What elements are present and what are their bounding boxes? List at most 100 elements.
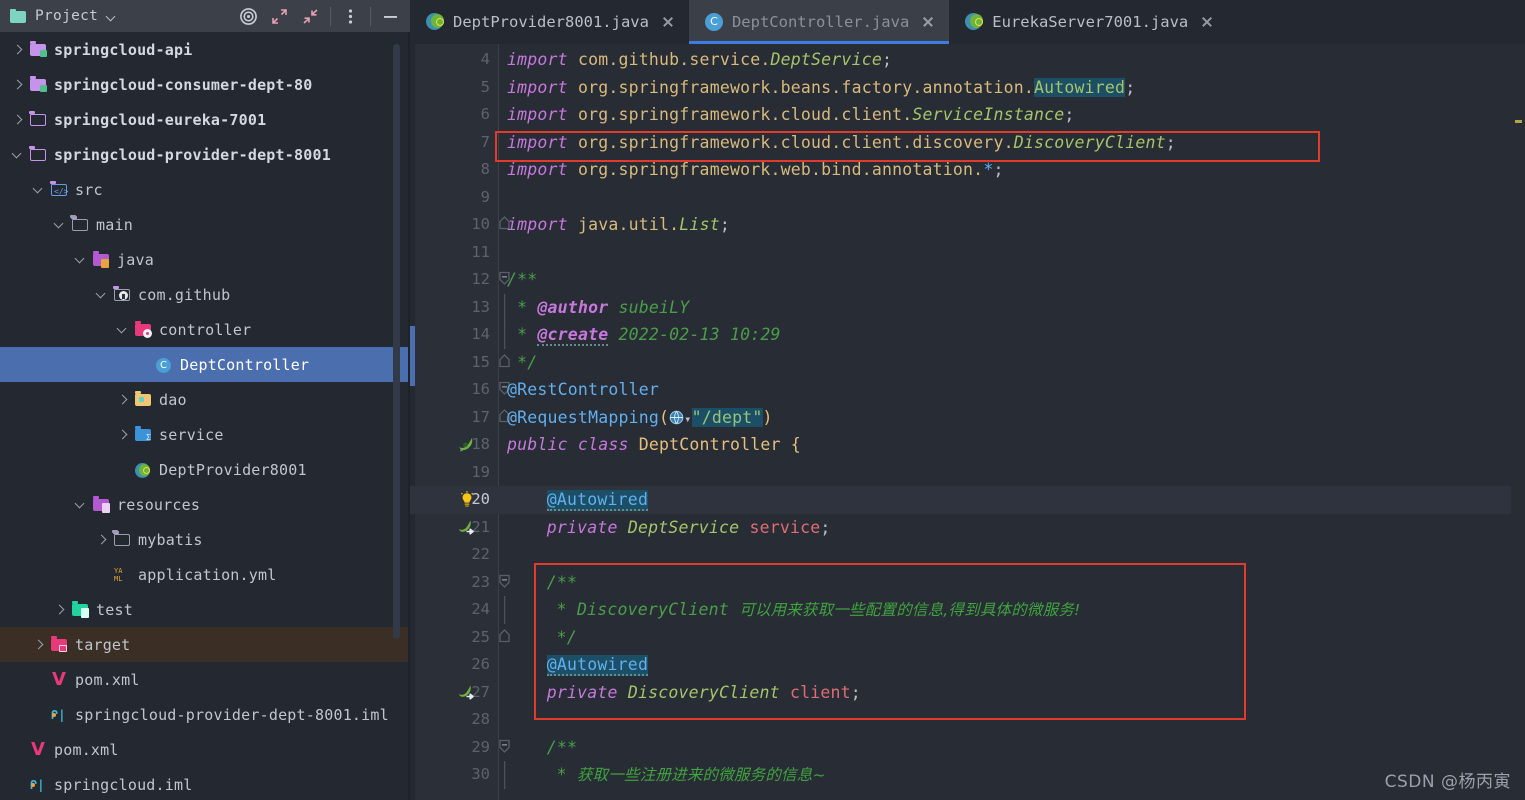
code-line-4[interactable]: 4import com.github.service.DeptService; (410, 46, 1525, 74)
tree-item-application-yml[interactable]: YAMLapplication.yml (0, 557, 410, 592)
minimize-icon[interactable] (375, 0, 406, 32)
close-icon[interactable] (1200, 15, 1214, 29)
code-line-27[interactable]: 27private DiscoveryClient client; (410, 679, 1525, 707)
tree-item-springcloud-provider-dept-8001-iml[interactable]: Ր|springcloud-provider-dept-8001.iml (0, 697, 410, 732)
project-tree[interactable]: springcloud-api springcloud-consumer-dept… (0, 32, 410, 800)
bean-navigate-gutter-icon[interactable] (456, 518, 476, 538)
code-text: import org.springframework.beans.factory… (507, 74, 1135, 102)
editor-tab-eurekaserver7001-java[interactable]: EurekaServer7001.java (949, 0, 1228, 44)
bean-navigate-gutter-icon[interactable] (456, 683, 476, 703)
tree-item-target[interactable]: target (0, 627, 410, 662)
code-line-22[interactable]: 22 (410, 541, 1525, 569)
tree-item-pom-xml[interactable]: Vpom.xml (0, 662, 410, 697)
project-panel-title: Project (35, 8, 98, 24)
chevron-down-icon[interactable] (73, 497, 89, 513)
close-icon[interactable] (661, 15, 675, 29)
tree-item-deptcontroller[interactable]: CDeptController (0, 347, 410, 382)
expand-all-icon[interactable] (264, 0, 295, 32)
tree-item-springcloud-consumer-dept-80[interactable]: springcloud-consumer-dept-80 (0, 67, 410, 102)
code-line-16[interactable]: 16@RestController (410, 376, 1525, 404)
spring-bean-gutter-icon[interactable] (456, 435, 476, 455)
tree-item-test[interactable]: test (0, 592, 410, 627)
tree-item-label: dao (159, 391, 187, 409)
chevron-down-icon[interactable] (94, 287, 110, 303)
warning-stripe-mark[interactable] (1515, 120, 1522, 123)
chevron-right-icon[interactable] (94, 532, 110, 548)
chevron-right-icon[interactable] (52, 602, 68, 618)
code-line-6[interactable]: 6import org.springframework.cloud.client… (410, 101, 1525, 129)
chevron-right-icon[interactable] (115, 392, 131, 408)
line-number: 14 (410, 321, 490, 349)
tree-item-mybatis[interactable]: mybatis (0, 522, 410, 557)
line-number: 23 (410, 569, 490, 597)
code-line-29[interactable]: 29/** (410, 734, 1525, 762)
tree-item-springcloud-api[interactable]: springcloud-api (0, 32, 410, 67)
tree-item-java[interactable]: java (0, 242, 410, 277)
code-line-14[interactable]: 14 * @create 2022-02-13 10:29 (410, 321, 1525, 349)
code-line-26[interactable]: 26@Autowired (410, 651, 1525, 679)
code-line-15[interactable]: 15 */ (410, 349, 1525, 377)
code-editor[interactable]: 4import com.github.service.DeptService;5… (410, 44, 1525, 800)
code-line-9[interactable]: 9 (410, 184, 1525, 212)
more-options-icon[interactable] (335, 0, 366, 32)
code-line-10[interactable]: 10import java.util.List; (410, 211, 1525, 239)
tree-item-springcloud-eureka-7001[interactable]: springcloud-eureka-7001 (0, 102, 410, 137)
code-line-24[interactable]: 24* DiscoveryClient 可以用来获取一些配置的信息,得到具体的微… (410, 596, 1525, 624)
chevron-down-icon[interactable] (52, 217, 68, 233)
chevron-right-icon[interactable] (115, 427, 131, 443)
chevron-down-icon[interactable] (115, 322, 131, 338)
select-opened-file-icon[interactable] (233, 0, 264, 32)
tree-item-dao[interactable]: dao (0, 382, 410, 417)
tree-item-src[interactable]: </>src (0, 172, 410, 207)
code-line-30[interactable]: 30* 获取一些注册进来的微服务的信息~ (410, 761, 1525, 789)
tree-item-label: resources (117, 496, 200, 514)
tree-item-deptprovider8001[interactable]: DeptProvider8001 (0, 452, 410, 487)
tree-item-com-github[interactable]: com.github (0, 277, 410, 312)
code-line-21[interactable]: 21private DeptService service; (410, 514, 1525, 542)
chevron-down-icon[interactable] (107, 12, 116, 21)
editor-tab-deptcontroller-java[interactable]: CDeptController.java (689, 0, 949, 44)
code-text: * DiscoveryClient 可以用来获取一些配置的信息,得到具体的微服务… (507, 596, 1080, 625)
code-line-19[interactable]: 19 (410, 459, 1525, 487)
code-line-11[interactable]: 11 (410, 239, 1525, 267)
code-text: import org.springframework.cloud.client.… (507, 129, 1176, 157)
chevron-right-icon[interactable] (10, 77, 26, 93)
chevron-right-icon[interactable] (10, 112, 26, 128)
code-line-12[interactable]: 12/** (410, 266, 1525, 294)
line-number: 29 (410, 734, 490, 762)
code-line-28[interactable]: 28 (410, 706, 1525, 734)
tree-item-service[interactable]: Σservice (0, 417, 410, 452)
tree-item-resources[interactable]: resources (0, 487, 410, 522)
editor-tab-deptprovider8001-java[interactable]: DeptProvider8001.java (410, 0, 689, 44)
line-number: 21 (410, 514, 490, 542)
code-line-20[interactable]: 20@Autowired (410, 486, 1525, 514)
error-stripe-scrollbar[interactable] (1511, 44, 1525, 800)
chevron-down-icon[interactable] (10, 147, 26, 163)
tree-item-springcloud-provider-dept-8001[interactable]: springcloud-provider-dept-8001 (0, 137, 410, 172)
code-line-18[interactable]: 18public class DeptController { (410, 431, 1525, 459)
tree-item-springcloud-iml[interactable]: Ր|springcloud.iml (0, 767, 410, 800)
chevron-down-icon[interactable] (73, 252, 89, 268)
line-number: 8 (410, 156, 490, 184)
intention-bulb-icon[interactable] (457, 490, 477, 510)
chevron-right-icon[interactable] (31, 637, 47, 653)
code-line-8[interactable]: 8import org.springframework.web.bind.ann… (410, 156, 1525, 184)
tree-item-main[interactable]: main (0, 207, 410, 242)
chevron-right-icon[interactable] (10, 42, 26, 58)
tree-item-label: springcloud-consumer-dept-80 (54, 76, 312, 94)
tree-item-pom-xml[interactable]: Vpom.xml (0, 732, 410, 767)
code-line-7[interactable]: 7import org.springframework.cloud.client… (410, 129, 1525, 157)
code-line-25[interactable]: 25*/ (410, 624, 1525, 652)
code-line-13[interactable]: 13 * @author subeiLY (410, 294, 1525, 322)
close-icon[interactable] (921, 15, 935, 29)
maven-pom-icon: V (50, 672, 68, 688)
chevron-down-icon[interactable] (31, 182, 47, 198)
collapse-all-icon[interactable] (295, 0, 326, 32)
code-line-17[interactable]: 17@RequestMapping(▾"/dept") (410, 404, 1525, 432)
code-line-5[interactable]: 5import org.springframework.beans.factor… (410, 74, 1525, 102)
tree-item-controller[interactable]: controller (0, 312, 410, 347)
line-number: 19 (410, 459, 490, 487)
project-tree-scrollbar[interactable] (393, 44, 400, 639)
spring-boot-class-icon (134, 462, 152, 478)
code-line-23[interactable]: 23/** (410, 569, 1525, 597)
